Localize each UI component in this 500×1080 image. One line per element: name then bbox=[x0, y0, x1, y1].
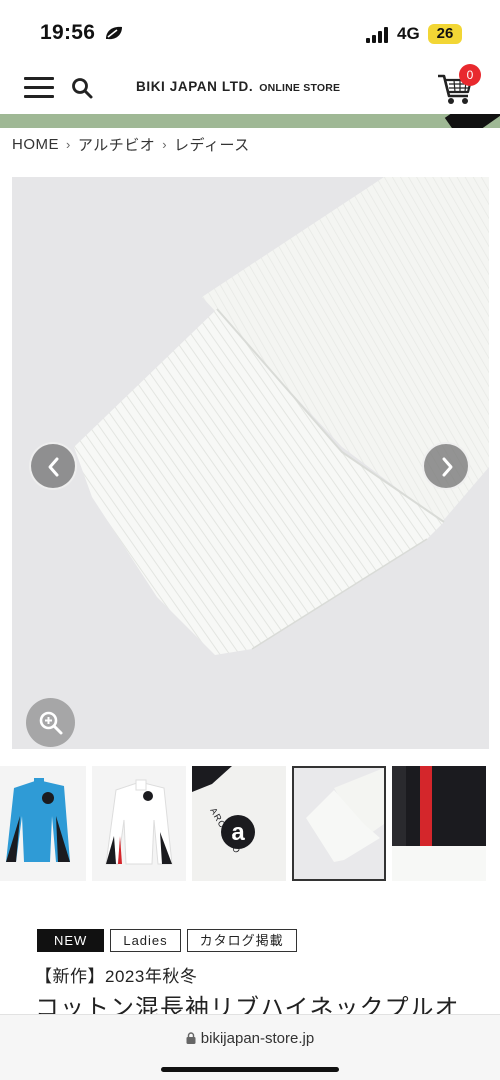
url-text: bikijapan-store.jp bbox=[200, 1030, 315, 1047]
leaf-icon bbox=[106, 26, 122, 40]
thumbnail-white-top-image bbox=[92, 766, 186, 881]
thumbnail-1[interactable] bbox=[0, 766, 86, 881]
thumbnail-4-active[interactable] bbox=[292, 766, 386, 881]
thumbnail-3[interactable]: a ARCHIVIO bbox=[192, 766, 286, 881]
thumbnail-logo-closeup-image: a ARCHIVIO bbox=[192, 766, 286, 881]
thumbnail-5[interactable] bbox=[392, 766, 486, 881]
gallery-prev-button[interactable] bbox=[29, 442, 77, 490]
breadcrumb-category[interactable]: レディース bbox=[174, 134, 250, 155]
banner-corner-ribbon bbox=[444, 114, 500, 128]
thumbnail-stripe-detail-image bbox=[392, 766, 486, 881]
tag-new: NEW bbox=[37, 929, 105, 952]
promo-banner-strip[interactable] bbox=[0, 114, 500, 128]
sleeve-cuff-photo bbox=[12, 177, 489, 749]
zoom-button[interactable] bbox=[26, 698, 75, 747]
hamburger-menu-icon[interactable] bbox=[24, 77, 54, 99]
signal-icon bbox=[366, 27, 388, 43]
url-display[interactable]: bikijapan-store.jp bbox=[0, 1030, 500, 1047]
brand-name: BIKI JAPAN LTD. bbox=[136, 79, 254, 94]
product-subtitle: 【新作】2023年秋冬 bbox=[35, 967, 198, 986]
breadcrumb-separator: › bbox=[162, 136, 168, 152]
breadcrumb: HOME › アルチビオ › レディース bbox=[12, 134, 250, 154]
thumbnail-strip: a ARCHIVIO bbox=[0, 766, 500, 882]
search-icon[interactable] bbox=[70, 76, 94, 100]
breadcrumb-home[interactable]: HOME bbox=[12, 136, 59, 153]
breadcrumb-brand[interactable]: アルチビオ bbox=[78, 134, 155, 155]
cart-count-badge: 0 bbox=[459, 64, 481, 86]
lock-icon bbox=[186, 1032, 196, 1044]
product-tags: NEW Ladies カタログ掲載 bbox=[37, 929, 297, 952]
battery-indicator: 26 bbox=[428, 24, 462, 44]
thumbnail-2[interactable] bbox=[92, 766, 186, 881]
network-label: 4G bbox=[397, 24, 420, 43]
gallery-next-button[interactable] bbox=[422, 442, 470, 490]
brand-logo[interactable]: BIKI JAPAN LTD. ONLINE STORE bbox=[136, 79, 340, 94]
thumbnail-blue-top-image bbox=[0, 766, 86, 881]
browser-url-bar[interactable]: bikijapan-store.jp bbox=[0, 1014, 500, 1080]
status-bar: 19:56 4G 26 bbox=[0, 0, 500, 62]
site-header: BIKI JAPAN LTD. ONLINE STORE bbox=[0, 62, 500, 114]
product-main-image[interactable] bbox=[12, 177, 489, 749]
thumbnail-cuff-image bbox=[294, 768, 384, 879]
tag-ladies: Ladies bbox=[110, 929, 181, 952]
home-indicator bbox=[161, 1067, 339, 1072]
chevron-left-icon bbox=[48, 457, 59, 477]
tag-catalog: カタログ掲載 bbox=[186, 929, 297, 952]
breadcrumb-separator: › bbox=[66, 136, 71, 152]
zoom-in-icon bbox=[39, 711, 63, 735]
brand-store-label: ONLINE STORE bbox=[259, 82, 341, 94]
chevron-right-icon bbox=[442, 457, 453, 477]
status-time: 19:56 bbox=[40, 21, 96, 44]
